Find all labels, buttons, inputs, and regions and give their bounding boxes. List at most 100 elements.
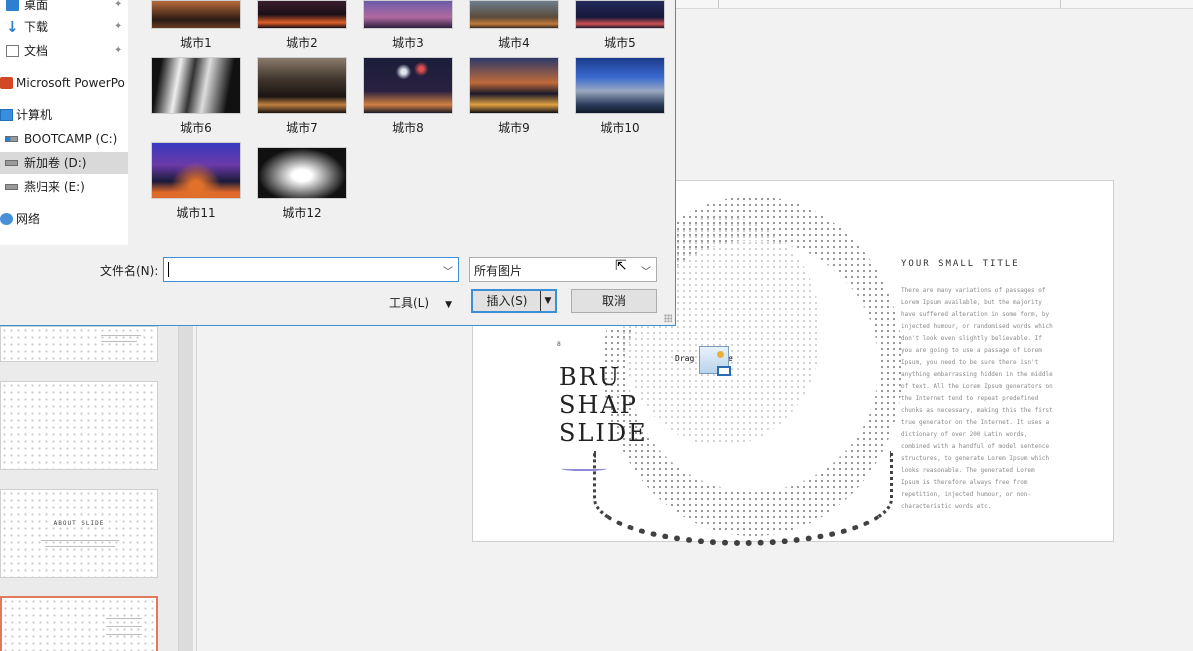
nav-item-drive-e[interactable]: 燕归来 (E:) <box>0 176 128 198</box>
insert-dropdown-icon[interactable]: ▼ <box>540 291 555 311</box>
slide-title[interactable]: BRU SHAP SLIDE <box>559 363 648 447</box>
file-name: 城市11 <box>176 206 216 220</box>
nav-item-label: BOOTCAMP (C:) <box>24 132 118 146</box>
network-icon <box>0 213 13 225</box>
nav-item-drive-d[interactable]: 新加卷 (D:) <box>0 152 128 174</box>
nav-item-label: 文档 <box>24 44 49 58</box>
file-tile[interactable]: 城市11 <box>150 142 242 221</box>
nav-item-network[interactable]: 网络 <box>0 208 128 230</box>
file-tile[interactable]: 城市9 <box>468 57 560 136</box>
file-tile[interactable]: 城市7 <box>256 57 348 136</box>
filename-label: 文件名(N): <box>100 264 159 278</box>
download-icon: ↓ <box>6 18 19 36</box>
ribbon-separator <box>718 0 719 8</box>
drive-icon <box>5 136 18 142</box>
file-thumbnail <box>257 147 347 199</box>
insert-button[interactable]: 插入(S) ▼ <box>471 289 557 313</box>
triangle-down-icon: ▼ <box>445 300 452 310</box>
file-tile[interactable]: 城市6 <box>150 57 242 136</box>
file-thumbnail <box>575 57 665 114</box>
file-thumbnail <box>257 0 347 29</box>
file-tile[interactable]: 城市3 <box>362 0 454 51</box>
computer-icon <box>0 109 13 121</box>
nav-item-label: 新加卷 (D:) <box>24 156 87 170</box>
file-thumbnail <box>469 0 559 29</box>
text-caret <box>168 262 169 277</box>
slide-thumbnail-active[interactable] <box>0 596 158 651</box>
file-thumbnail <box>151 142 241 199</box>
thumbnail-text-line <box>106 634 142 635</box>
slide-small-title[interactable]: YOUR SMALL TITLE <box>901 259 1020 269</box>
file-thumbnail <box>257 57 347 114</box>
nav-item-label: 下载 <box>24 20 49 34</box>
file-name: 城市4 <box>498 36 530 50</box>
slide-thumbnail[interactable] <box>0 381 158 470</box>
cancel-button[interactable]: 取消 <box>571 289 657 313</box>
slide-body-text[interactable]: There are many variations of passages of… <box>901 285 1053 513</box>
ribbon-separator <box>1060 0 1061 8</box>
slide-title-line: SHAP <box>559 391 638 419</box>
slide-thumbnail-pane: ABOUT SLIDE <box>0 326 178 651</box>
nav-item-computer[interactable]: 计算机 <box>0 104 128 126</box>
insert-picture-dialog: 桌面 ✦ ↓ 下载 ✦ 文档 ✦ Microsoft PowerPo 计算机 B… <box>0 0 676 326</box>
chevron-down-icon: ﹀ <box>641 267 651 278</box>
desktop-icon <box>6 0 19 11</box>
pin-icon[interactable]: ✦ <box>114 0 122 16</box>
file-name: 城市7 <box>286 121 318 135</box>
file-thumbnail <box>469 57 559 114</box>
file-tile[interactable]: 城市1 <box>150 0 242 51</box>
nav-item-label: Microsoft PowerPo <box>16 76 125 90</box>
chevron-down-icon[interactable]: ﹀ <box>443 263 453 278</box>
thumbnail-text-line <box>41 540 119 541</box>
mouse-cursor-icon: ⇱ <box>615 258 627 274</box>
file-tile[interactable]: 城市8 <box>362 57 454 136</box>
tools-label: 工具(L) <box>389 296 430 310</box>
thumbnail-text-line <box>101 341 137 342</box>
file-type-filter[interactable]: 所有图片 ﹀ <box>469 257 657 282</box>
nav-item-label: 计算机 <box>16 108 53 122</box>
file-name: 城市8 <box>392 121 424 135</box>
thumbnail-text-line <box>45 546 115 547</box>
document-icon <box>6 45 19 57</box>
navigation-pane: 桌面 ✦ ↓ 下载 ✦ 文档 ✦ Microsoft PowerPo 计算机 B… <box>0 0 128 245</box>
pin-icon[interactable]: ✦ <box>114 16 122 38</box>
file-thumbnail <box>151 57 241 114</box>
slide-thumbnail[interactable]: ABOUT SLIDE <box>0 489 158 578</box>
nav-item-documents[interactable]: 文档 ✦ <box>0 40 128 62</box>
thumbnail-text-line <box>106 626 142 627</box>
file-tile[interactable]: 城市10 <box>574 57 666 136</box>
pin-icon[interactable]: ✦ <box>114 40 122 62</box>
slide-number: 8 <box>557 341 561 348</box>
insert-picture-icon[interactable] <box>699 346 731 376</box>
slide-thumbnail[interactable] <box>0 326 158 362</box>
nav-item-drive-c[interactable]: BOOTCAMP (C:) <box>0 128 128 150</box>
slide-title-line: SLIDE <box>559 419 648 447</box>
brush-stroke-graphic <box>593 451 893 546</box>
drive-icon <box>5 160 18 166</box>
nav-item-desktop[interactable]: 桌面 ✦ <box>0 0 128 16</box>
file-tile[interactable]: 城市12 <box>256 147 348 221</box>
nav-item-powerpoint[interactable]: Microsoft PowerPo <box>0 72 128 94</box>
filename-input[interactable]: ﹀ <box>163 257 459 282</box>
thumbnail-title: ABOUT SLIDE <box>49 520 109 527</box>
file-thumbnail <box>151 0 241 29</box>
file-thumbnail <box>575 0 665 29</box>
nav-item-label: 桌面 <box>24 0 49 12</box>
file-name: 城市1 <box>180 36 212 50</box>
thumbnail-scrollbar[interactable] <box>178 326 193 651</box>
insert-label: 插入(S) <box>486 294 528 308</box>
nav-item-downloads[interactable]: ↓ 下载 ✦ <box>0 16 128 38</box>
canvas-divider <box>196 326 197 651</box>
thumbnail-text-line <box>101 335 141 336</box>
file-name: 城市10 <box>600 121 640 135</box>
filter-value: 所有图片 <box>474 264 523 278</box>
tools-menu[interactable]: 工具(L) ▼ <box>389 294 452 311</box>
drive-icon <box>5 184 18 190</box>
file-name: 城市12 <box>282 206 322 220</box>
file-thumbnail <box>363 0 453 29</box>
file-tile[interactable]: 城市5 <box>574 0 666 51</box>
resize-grip-icon[interactable] <box>664 314 672 322</box>
thumbnail-text-line <box>106 618 142 619</box>
file-tile[interactable]: 城市4 <box>468 0 560 51</box>
file-tile[interactable]: 城市2 <box>256 0 348 51</box>
